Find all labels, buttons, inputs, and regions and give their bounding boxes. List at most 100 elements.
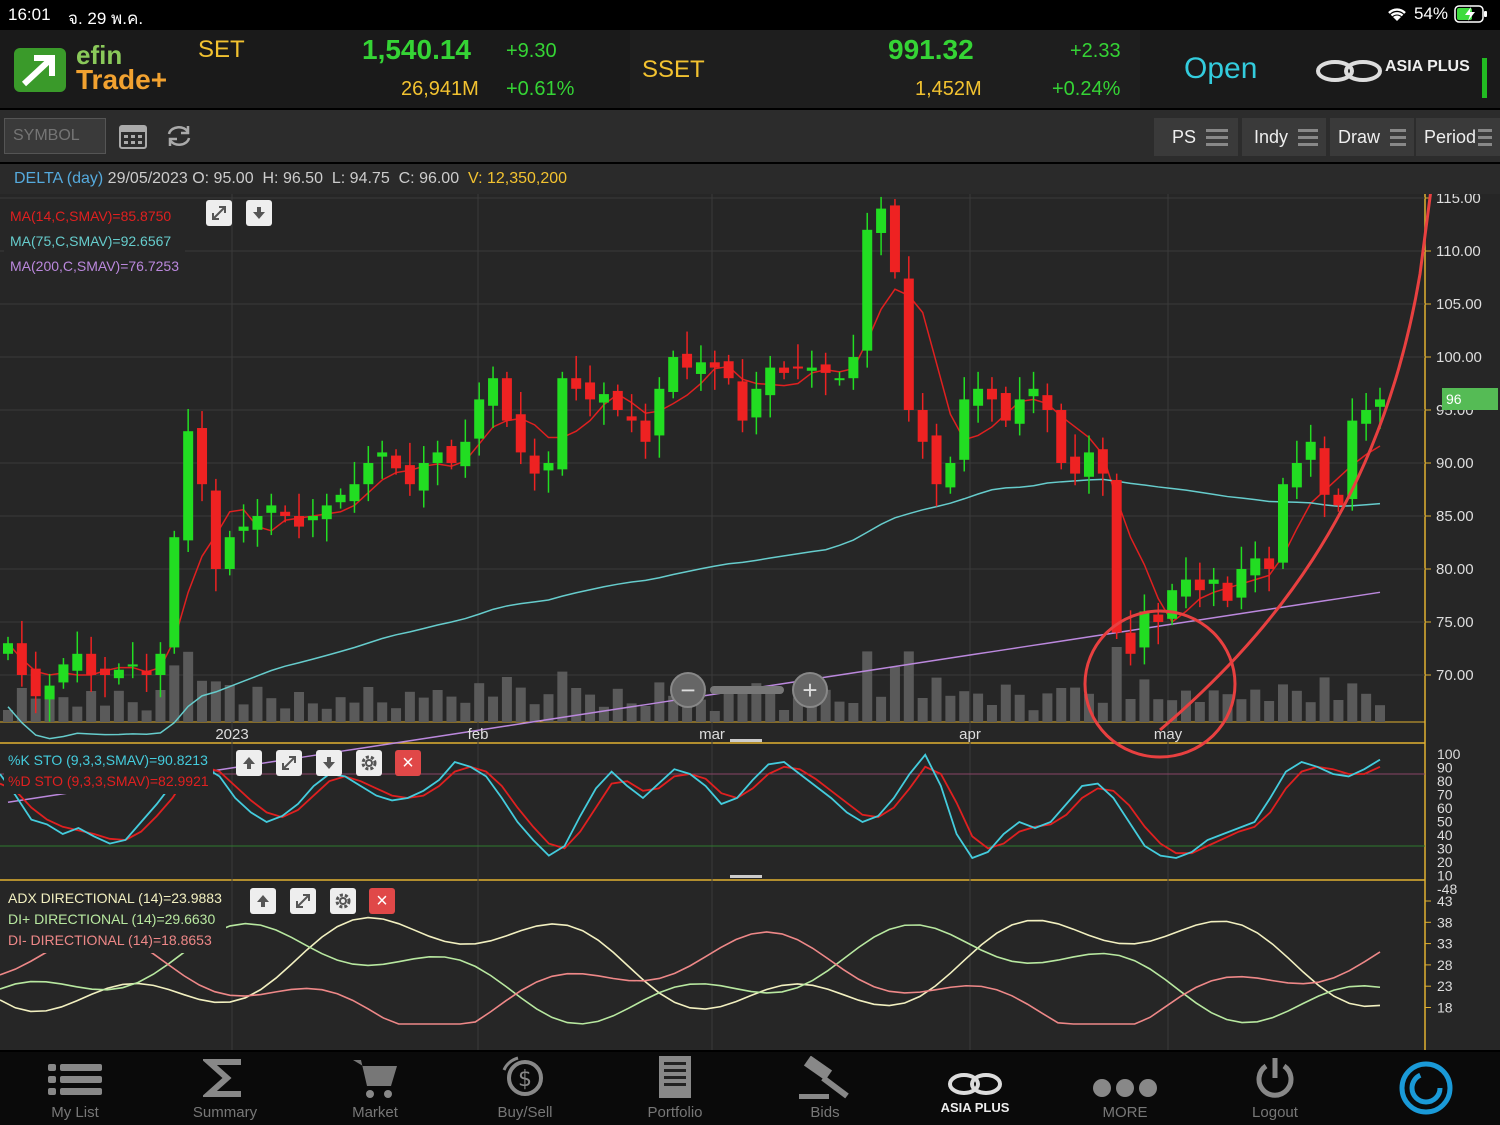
volume-bar <box>834 701 845 722</box>
period-button[interactable]: Period <box>1416 118 1500 156</box>
volume-bar <box>917 698 928 722</box>
candle-body <box>1028 388 1039 397</box>
volume-bar <box>335 697 346 722</box>
app-refresh-logo-icon[interactable] <box>1398 1060 1454 1116</box>
volume-bar <box>889 666 900 722</box>
candle-body <box>44 685 55 700</box>
sto-close-button[interactable]: × <box>395 750 421 776</box>
quote-info-line: DELTA (day) 29/05/2023 O: 95.00 H: 96.50… <box>0 164 1500 194</box>
candle-body <box>1070 456 1081 474</box>
adx-expand-button[interactable] <box>290 888 316 914</box>
battery-charging-icon <box>1454 5 1487 23</box>
nav-portfolio[interactable]: Portfolio <box>600 1052 750 1125</box>
expand-button[interactable] <box>206 200 232 226</box>
sto-expand-button[interactable] <box>276 750 302 776</box>
candle-body <box>1111 479 1122 633</box>
candle-body <box>626 416 637 421</box>
adx-close-button[interactable]: × <box>369 888 395 914</box>
nav-label: Bids <box>810 1104 840 1121</box>
volume-bar <box>1000 684 1011 722</box>
volume-bar <box>1194 702 1205 722</box>
candle-body <box>515 414 526 453</box>
volume-bar <box>1014 694 1025 722</box>
candle-body <box>959 399 970 460</box>
draw-button[interactable]: Draw <box>1330 118 1414 156</box>
candle-body <box>266 505 277 513</box>
nav-logout[interactable]: Logout <box>1200 1052 1350 1125</box>
document-icon <box>600 1052 750 1100</box>
nav-more[interactable]: MORE <box>1050 1052 1200 1125</box>
nav-label: ASIA PLUS <box>940 1100 1010 1115</box>
indy-button[interactable]: Indy <box>1242 118 1326 156</box>
chart-area[interactable]: 115.00 110.00 105.00 100.00 95.00 90.00 85.00 8… <box>0 194 1500 1050</box>
sto-move-up-button[interactable] <box>236 750 262 776</box>
candle-body <box>474 399 485 439</box>
volume-bar <box>585 694 596 722</box>
nav-bids[interactable]: Bids <box>750 1052 900 1125</box>
candle-body <box>1333 494 1344 506</box>
candle-body <box>1180 579 1191 597</box>
candle-body <box>3 643 13 654</box>
adx-move-up-button[interactable] <box>250 888 276 914</box>
nav-market[interactable]: Market <box>300 1052 450 1125</box>
menu-icon <box>1478 125 1492 150</box>
user-drawings[interactable] <box>1083 194 1450 759</box>
time-tick-label: feb <box>468 726 489 743</box>
zoom-in-button[interactable]: + <box>792 672 828 708</box>
volume-bar <box>307 703 318 722</box>
list-icon <box>0 1052 150 1100</box>
refresh-icon[interactable] <box>164 123 194 149</box>
calendar-icon[interactable] <box>118 122 148 150</box>
sto-move-down-button[interactable] <box>316 750 342 776</box>
volume-bar <box>1139 679 1150 722</box>
candle-body <box>1125 632 1136 654</box>
volume-bar <box>1097 702 1108 722</box>
nav-asia-plus[interactable]: ASIA PLUS <box>900 1052 1050 1125</box>
ps-button-label: PS <box>1172 126 1197 147</box>
zoom-out-button[interactable]: − <box>670 672 706 708</box>
arrow-up-icon <box>243 757 255 769</box>
zoom-control[interactable]: − + <box>670 670 830 710</box>
candle-body <box>224 537 235 569</box>
volume-bar <box>377 702 388 722</box>
arrow-down-icon <box>323 757 335 769</box>
move-down-button[interactable] <box>246 200 272 226</box>
price-tick-label: 80.00 <box>1436 561 1474 578</box>
candle-body <box>723 361 734 379</box>
nav-summary[interactable]: Summary <box>150 1052 300 1125</box>
candlesticks <box>3 196 1385 722</box>
volume-bar <box>363 687 374 722</box>
nav-buy-sell[interactable]: $ Buy/Sell <box>450 1052 600 1125</box>
candle-body <box>391 455 402 469</box>
status-right: 54% <box>1386 4 1488 24</box>
high-value: 96.50 <box>282 170 323 187</box>
volume-bar <box>432 690 443 722</box>
set-index-panel[interactable]: SET 1,540.14 +9.30 26,941M +0.61% <box>190 30 620 108</box>
adx-tick-label: 18 <box>1437 1000 1453 1016</box>
stochastic-legend: %K STO (9,3,3,SMAV)=90.8213 %D STO (9,3,… <box>4 748 213 794</box>
efin-logo-icon <box>14 48 66 92</box>
ps-button[interactable]: PS <box>1154 118 1238 156</box>
candle-body <box>210 490 221 569</box>
app-logo: efin Trade+ <box>12 42 192 98</box>
candle-body <box>931 435 942 485</box>
sset-index-panel[interactable]: SSET 991.32 +2.33 1,452M +0.24% <box>630 30 1140 108</box>
price-tick-label: 105.00 <box>1436 296 1482 313</box>
plus-icon: + <box>802 675 818 705</box>
candle-body <box>585 382 596 400</box>
adx-legend-line: ADX DIRECTIONAL (14)=23.9883 <box>8 890 222 906</box>
zoom-slider[interactable] <box>710 686 784 694</box>
volume-bar <box>72 706 83 722</box>
symbol-input[interactable] <box>4 118 106 154</box>
adx-settings-button[interactable] <box>330 888 356 914</box>
candle-body <box>682 353 693 368</box>
candle-body <box>1361 410 1372 424</box>
sto-settings-button[interactable] <box>356 750 382 776</box>
volume-bar <box>1056 688 1067 722</box>
ma75-legend: MA(75,C,SMAV)=92.6567 <box>10 233 172 249</box>
adx-tick-label: 23 <box>1437 978 1453 994</box>
nav-my-list[interactable]: My List <box>0 1052 150 1125</box>
candle-body <box>1305 441 1316 460</box>
price-tick-label: 70.00 <box>1436 667 1474 684</box>
volume-bar <box>529 704 540 722</box>
